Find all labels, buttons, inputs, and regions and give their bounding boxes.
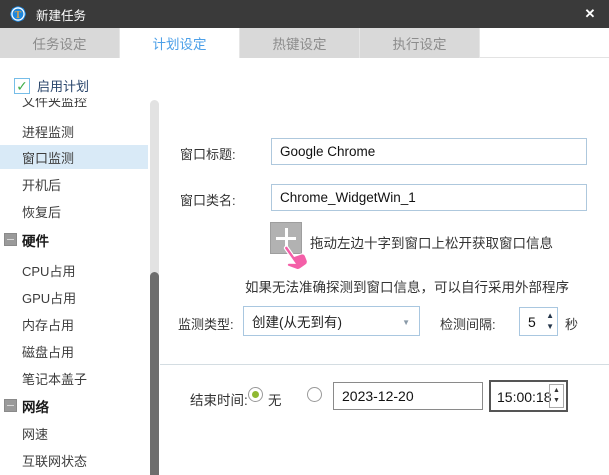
sidebar-scrollbar-thumb[interactable] xyxy=(150,272,159,475)
check-interval-stepper[interactable]: 5 ▲ ▼ xyxy=(519,307,558,336)
arrow-down-icon[interactable]: ▼ xyxy=(553,396,560,406)
sidebar-item-disk-usage[interactable]: 磁盘占用 xyxy=(0,339,148,363)
sidebar-section-network[interactable]: 网络 xyxy=(0,394,148,418)
end-time-date-radio[interactable] xyxy=(307,387,322,402)
sidebar-section-label: 网络 xyxy=(22,396,49,416)
enable-plan-row: ✓ 启用计划 xyxy=(14,76,89,95)
window-title: 新建任务 xyxy=(36,5,86,24)
sidebar-item-laptop-lid[interactable]: 笔记本盖子 xyxy=(0,366,148,390)
check-interval-value: 5 xyxy=(528,314,536,330)
sidebar-item-internet-status[interactable]: 互联网状态 xyxy=(0,448,148,472)
seconds-unit-label: 秒 xyxy=(565,314,578,333)
end-time-value: 15:00:18 xyxy=(497,389,552,405)
window-title-input[interactable] xyxy=(271,138,587,165)
title-bar: T 新建任务 ✕ xyxy=(0,0,609,28)
external-hint-text: 如果无法准确探测到窗口信息，可以自行采用外部程序 xyxy=(245,276,569,296)
new-task-dialog: T 新建任务 ✕ 任务设定 计划设定 热键设定 执行设定 ✓ 启用计划 文件夹监… xyxy=(0,0,609,475)
window-title-label: 窗口标题: xyxy=(180,144,236,163)
app-gear-icon: T xyxy=(7,3,29,25)
stepper-arrows: ▲ ▼ xyxy=(546,310,554,332)
collapse-icon[interactable] xyxy=(4,233,17,246)
monitor-type-dropdown[interactable]: 创建(从无到有) ▼ xyxy=(243,306,420,336)
window-class-input[interactable] xyxy=(271,184,587,211)
crosshair-drag-button[interactable] xyxy=(270,222,302,254)
window-class-label: 窗口类名: xyxy=(180,190,236,209)
monitor-type-label: 监测类型: xyxy=(178,314,234,333)
sidebar-item-process-monitor[interactable]: 进程监测 xyxy=(0,119,148,143)
tab-strip: 任务设定 计划设定 热键设定 执行设定 xyxy=(0,28,480,58)
collapse-icon[interactable] xyxy=(4,399,17,412)
chevron-down-icon: ▼ xyxy=(402,318,410,327)
sidebar-item-cpu-usage[interactable]: CPU占用 xyxy=(0,258,148,282)
end-time-none-radio[interactable] xyxy=(248,387,263,402)
drag-hint-text: 拖动左边十字到窗口上松开获取窗口信息 xyxy=(310,232,553,252)
monitor-type-list: 文件夹监控 进程监测 窗口监测 开机后 恢复后 硬件 CPU占用 GPU占用 内… xyxy=(0,98,148,475)
arrow-down-icon[interactable]: ▼ xyxy=(546,321,554,332)
end-date-input[interactable] xyxy=(333,382,483,410)
tab-plan-settings[interactable]: 计划设定 xyxy=(120,28,240,58)
sidebar-item-folder-monitor[interactable]: 文件夹监控 xyxy=(0,98,148,112)
enable-plan-checkbox[interactable]: ✓ xyxy=(14,78,30,94)
arrow-up-icon[interactable]: ▲ xyxy=(546,310,554,321)
tab-execute-settings[interactable]: 执行设定 xyxy=(360,28,480,58)
end-time-label: 结束时间: xyxy=(190,389,248,409)
sidebar-item-after-resume[interactable]: 恢复后 xyxy=(0,199,148,223)
tab-bar: 任务设定 计划设定 热键设定 执行设定 xyxy=(0,28,609,58)
check-interval-label: 检测间隔: xyxy=(440,314,496,333)
end-time-none-label: 无 xyxy=(268,389,282,409)
enable-plan-label: 启用计划 xyxy=(37,76,89,95)
crosshair-icon xyxy=(285,228,288,248)
arrow-up-icon[interactable]: ▲ xyxy=(553,386,560,396)
sidebar-item-gpu-usage[interactable]: GPU占用 xyxy=(0,285,148,309)
sidebar-item-window-monitor[interactable]: 窗口监测 xyxy=(0,145,148,169)
sidebar-item-after-boot[interactable]: 开机后 xyxy=(0,172,148,196)
svg-text:T: T xyxy=(15,10,22,21)
sidebar-item-memory-usage[interactable]: 内存占用 xyxy=(0,312,148,336)
tab-task-settings[interactable]: 任务设定 xyxy=(0,28,120,58)
sidebar-section-hardware[interactable]: 硬件 xyxy=(0,228,148,252)
sidebar-item-net-speed[interactable]: 网速 xyxy=(0,421,148,445)
monitor-type-value: 创建(从无到有) xyxy=(252,311,342,331)
stepper-arrows: ▲ ▼ xyxy=(549,384,564,408)
section-divider xyxy=(160,364,609,365)
end-time-stepper[interactable]: 15:00:18 ▲ ▼ xyxy=(489,380,568,412)
close-icon[interactable]: ✕ xyxy=(581,5,599,23)
tab-hotkey-settings[interactable]: 热键设定 xyxy=(240,28,360,58)
sidebar-section-label: 硬件 xyxy=(22,230,49,250)
